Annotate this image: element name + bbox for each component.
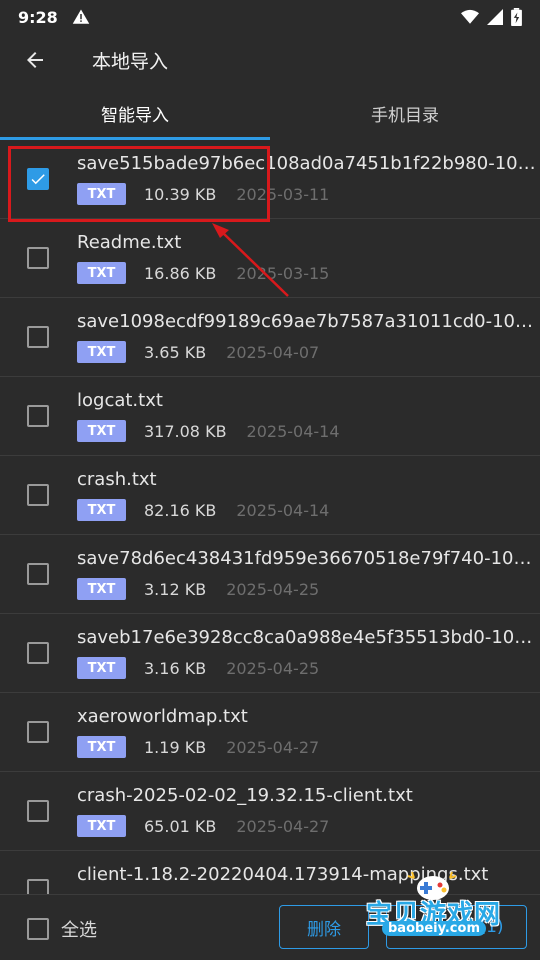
file-checkbox[interactable] bbox=[27, 405, 49, 427]
file-meta: TXT 3.16 KB 2025-04-25 bbox=[77, 657, 319, 679]
file-size: 3.65 KB bbox=[144, 342, 207, 362]
status-icons bbox=[461, 8, 522, 26]
file-date: 2025-04-25 bbox=[226, 579, 320, 599]
back-button[interactable] bbox=[0, 34, 70, 86]
watermark-url: baobeiy.com bbox=[382, 921, 486, 936]
file-checkbox[interactable] bbox=[27, 879, 49, 894]
file-size: 65.01 KB bbox=[144, 816, 217, 836]
file-size: 3.12 KB bbox=[144, 579, 207, 599]
file-name: logcat.txt bbox=[77, 390, 163, 411]
file-checkbox[interactable] bbox=[27, 800, 49, 822]
highlight-box bbox=[8, 146, 270, 222]
annotation-arrow bbox=[212, 223, 289, 297]
file-type-badge: TXT bbox=[77, 341, 126, 363]
file-meta: TXT 3.65 KB 2025-04-07 bbox=[77, 341, 319, 363]
file-row[interactable]: crash.txt TXT 82.16 KB 2025-04-14 bbox=[0, 456, 540, 535]
file-size: 1.19 KB bbox=[144, 737, 207, 757]
select-all-label: 全选 bbox=[61, 920, 97, 941]
select-all-checkbox[interactable] bbox=[27, 918, 49, 940]
tab-phone-directory[interactable]: 手机目录 bbox=[270, 86, 540, 140]
tab-smart-import[interactable]: 智能导入 bbox=[0, 86, 270, 140]
file-row[interactable]: saveb17e6e3928cc8ca0a988e4e5f35513bd0-10… bbox=[0, 614, 540, 693]
file-checkbox[interactable] bbox=[27, 484, 49, 506]
battery-icon bbox=[511, 8, 522, 26]
file-name: crash-2025-02-02_19.32.15-client.txt bbox=[77, 785, 413, 806]
file-name: crash.txt bbox=[77, 469, 157, 490]
warning-icon bbox=[72, 9, 90, 24]
file-checkbox[interactable] bbox=[27, 642, 49, 664]
file-meta: TXT 1.19 KB 2025-04-27 bbox=[77, 736, 319, 758]
file-row[interactable]: save78d6ec438431fd959e36670518e79f740-10… bbox=[0, 535, 540, 614]
file-name: Readme.txt bbox=[77, 232, 182, 253]
file-row[interactable]: save1098ecdf99189c69ae7b7587a31011cd0-10… bbox=[0, 298, 540, 377]
file-type-badge: TXT bbox=[77, 736, 126, 758]
file-row[interactable]: crash-2025-02-02_19.32.15-client.txt TXT… bbox=[0, 772, 540, 851]
file-size: 82.16 KB bbox=[144, 500, 217, 520]
file-type-badge: TXT bbox=[77, 499, 126, 521]
wifi-icon bbox=[461, 9, 479, 24]
file-row[interactable]: xaeroworldmap.txt TXT 1.19 KB 2025-04-27 bbox=[0, 693, 540, 772]
file-type-badge: TXT bbox=[77, 657, 126, 679]
tab-bar: 智能导入 手机目录 bbox=[0, 86, 540, 140]
file-date: 2025-04-27 bbox=[236, 816, 330, 836]
file-date: 2025-04-07 bbox=[226, 342, 320, 362]
delete-button[interactable]: 删除 bbox=[279, 905, 369, 949]
file-type-badge: TXT bbox=[77, 578, 126, 600]
file-type-badge: TXT bbox=[77, 815, 126, 837]
file-name: save78d6ec438431fd959e36670518e79f740-10… bbox=[77, 548, 537, 569]
file-checkbox[interactable] bbox=[27, 563, 49, 585]
file-checkbox[interactable] bbox=[27, 326, 49, 348]
file-meta: TXT 65.01 KB 2025-04-27 bbox=[77, 815, 329, 837]
arrow-left-icon bbox=[27, 52, 43, 68]
app-bar: 本地导入 bbox=[0, 34, 540, 86]
file-date: 2025-04-25 bbox=[226, 658, 320, 678]
file-meta: TXT 3.12 KB 2025-04-25 bbox=[77, 578, 319, 600]
file-name: saveb17e6e3928cc8ca0a988e4e5f35513bd0-10… bbox=[77, 627, 537, 648]
file-name: xaeroworldmap.txt bbox=[77, 706, 248, 727]
file-type-badge: TXT bbox=[77, 420, 126, 442]
file-checkbox[interactable] bbox=[27, 247, 49, 269]
file-row[interactable]: logcat.txt TXT 317.08 KB 2025-04-14 bbox=[0, 377, 540, 456]
page-title: 本地导入 bbox=[92, 50, 169, 73]
file-size: 317.08 KB bbox=[144, 421, 227, 441]
signal-icon bbox=[487, 9, 503, 25]
file-size: 3.16 KB bbox=[144, 658, 207, 678]
file-type-badge: TXT bbox=[77, 262, 126, 284]
file-meta: TXT 317.08 KB 2025-04-14 bbox=[77, 420, 340, 442]
status-time: 9:28 bbox=[18, 7, 58, 27]
file-date: 2025-04-14 bbox=[236, 500, 330, 520]
file-date: 2025-04-27 bbox=[226, 737, 320, 757]
status-bar: 9:28 bbox=[0, 0, 540, 34]
file-checkbox[interactable] bbox=[27, 721, 49, 743]
file-name: save1098ecdf99189c69ae7b7587a31011cd0-10… bbox=[77, 311, 537, 332]
file-date: 2025-04-14 bbox=[246, 421, 340, 441]
select-all[interactable]: 全选 bbox=[27, 916, 97, 942]
file-meta: TXT 82.16 KB 2025-04-14 bbox=[77, 499, 329, 521]
